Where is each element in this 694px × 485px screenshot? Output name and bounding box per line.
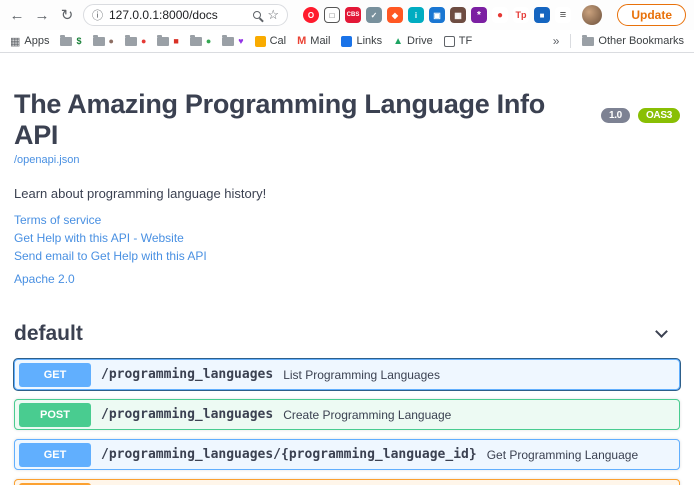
terms-of-service-link[interactable]: Terms of service xyxy=(14,213,680,227)
links-icon xyxy=(341,36,352,47)
update-button[interactable]: Update xyxy=(617,4,686,26)
operation-path: /programming_languages xyxy=(101,367,273,382)
operation-summary: Get Programming Language xyxy=(487,448,638,462)
operation-path: /programming_languages/{programming_lang… xyxy=(101,447,477,462)
bookmark-folder-dollar[interactable]: $ xyxy=(60,36,81,46)
folder-icon xyxy=(582,37,594,46)
browser-toolbar: ← → ↻ ⓘ 127.0.0.1:8000/docs ☆ O □ CBS ✓ … xyxy=(0,0,694,30)
bookmark-drive[interactable]: ▲ Drive xyxy=(393,35,433,47)
oas3-badge: OAS3 xyxy=(638,108,680,123)
gift-icon: ■ xyxy=(173,36,178,46)
apps-grid-icon: ▦ xyxy=(10,35,20,48)
folder-icon xyxy=(190,37,202,46)
bookmark-tf[interactable]: TF xyxy=(444,35,472,47)
back-icon[interactable]: ← xyxy=(8,7,26,24)
method-badge: POST xyxy=(19,403,91,427)
contact-email-link[interactable]: Send email to Get Help with this API xyxy=(14,249,680,263)
bookmark-label: Drive xyxy=(407,35,433,47)
extension-icon-13[interactable]: ≡ xyxy=(555,7,571,23)
extension-icon-7[interactable]: ▣ xyxy=(429,7,445,23)
search-icon[interactable] xyxy=(253,11,261,19)
license-link[interactable]: Apache 2.0 xyxy=(14,272,680,286)
swagger-ui: The Amazing Programming Language Info AP… xyxy=(0,53,694,485)
url-bar[interactable]: ⓘ 127.0.0.1:8000/docs ☆ xyxy=(83,4,288,26)
extension-icon-9[interactable]: * xyxy=(471,7,487,23)
site-info-icon[interactable]: ⓘ xyxy=(92,7,103,23)
folder-icon xyxy=(125,37,137,46)
extension-icon-5[interactable]: ◆ xyxy=(387,7,403,23)
bookmark-folder-4[interactable]: ■ xyxy=(157,36,178,46)
operation-row-update-language[interactable]: PUT /programming_languages/{programming_… xyxy=(14,479,680,485)
folder-icon xyxy=(60,37,72,46)
operation-path: /programming_languages xyxy=(101,407,273,422)
default-tag-section: default GET /programming_languages List … xyxy=(14,322,680,485)
operation-row-get-language[interactable]: GET /programming_languages/{programming_… xyxy=(14,439,680,470)
bookmark-label: TF xyxy=(459,35,472,47)
folder-icon xyxy=(222,37,234,46)
extension-icon-3[interactable]: CBS xyxy=(345,7,361,23)
bookmarks-bar: ▦ Apps $ ● ● ■ ● ♥ Cal xyxy=(0,30,694,53)
heart-icon: ♥ xyxy=(238,36,243,46)
bookmark-star-icon[interactable]: ☆ xyxy=(267,7,279,23)
version-badge: 1.0 xyxy=(601,108,630,123)
extension-icon-8[interactable]: ▦ xyxy=(450,7,466,23)
bookmark-label: Apps xyxy=(24,35,49,47)
bookmark-folder-6[interactable]: ♥ xyxy=(222,36,243,46)
reload-icon[interactable]: ↻ xyxy=(58,6,76,24)
operation-row-create-language[interactable]: POST /programming_languages Create Progr… xyxy=(14,399,680,430)
bookmark-label: Cal xyxy=(270,35,287,47)
bookmark-folder-3[interactable]: ● xyxy=(125,36,146,46)
bookmark-label: Links xyxy=(356,35,382,47)
extension-icon-12[interactable]: ■ xyxy=(534,7,550,23)
extension-icon-4[interactable]: ✓ xyxy=(366,7,382,23)
info-links: Terms of service Get Help with this API … xyxy=(14,213,680,286)
forward-icon[interactable]: → xyxy=(33,7,51,24)
bookmark-folder-2[interactable]: ● xyxy=(93,36,114,46)
bookmark-apps[interactable]: ▦ Apps xyxy=(10,35,49,48)
dollar-glyph: $ xyxy=(76,36,81,46)
calendar-icon xyxy=(255,36,266,47)
chevron-down-icon[interactable] xyxy=(655,325,668,338)
extension-icon-11[interactable]: Tp xyxy=(513,7,529,23)
folder-icon xyxy=(93,37,105,46)
bookmark-mail[interactable]: M Mail xyxy=(297,35,330,47)
tf-icon xyxy=(444,36,455,47)
operation-row-list-languages[interactable]: GET /programming_languages List Programm… xyxy=(14,359,680,390)
page-title-row: The Amazing Programming Language Info AP… xyxy=(14,89,680,151)
openapi-spec-link[interactable]: /openapi.json xyxy=(14,154,680,166)
operation-summary: Create Programming Language xyxy=(283,408,451,422)
drive-icon: ▲ xyxy=(393,36,403,47)
section-title: default xyxy=(14,322,83,346)
extension-icon-2[interactable]: □ xyxy=(324,7,340,23)
bookmark-links[interactable]: Links xyxy=(341,35,382,47)
dot-icon: ● xyxy=(206,36,211,46)
bookmark-label: Other Bookmarks xyxy=(598,35,684,47)
bookmark-other-bookmarks[interactable]: Other Bookmarks xyxy=(582,35,684,47)
bookmarks-divider xyxy=(570,34,571,48)
avatar[interactable] xyxy=(582,5,602,25)
contact-website-link[interactable]: Get Help with this API - Website xyxy=(14,231,680,245)
bookmark-label: Mail xyxy=(310,35,330,47)
api-description: Learn about programming language history… xyxy=(14,186,680,201)
browser-chrome: ← → ↻ ⓘ 127.0.0.1:8000/docs ☆ O □ CBS ✓ … xyxy=(0,0,694,53)
method-badge: GET xyxy=(19,363,91,387)
operation-summary: List Programming Languages xyxy=(283,368,440,382)
folder-icon xyxy=(157,37,169,46)
url-text[interactable]: 127.0.0.1:8000/docs xyxy=(109,8,247,22)
extension-icon-6[interactable]: i xyxy=(408,7,424,23)
bookmarks-overflow-chevron[interactable]: » xyxy=(553,34,560,48)
section-header-default[interactable]: default xyxy=(14,322,680,346)
extensions-row: O □ CBS ✓ ◆ i ▣ ▦ * ● Tp ■ ≡ xyxy=(303,7,571,23)
bookmark-folder-5[interactable]: ● xyxy=(190,36,211,46)
api-title: The Amazing Programming Language Info AP… xyxy=(14,89,593,151)
gmail-icon: M xyxy=(297,35,306,47)
bookmark-cal[interactable]: Cal xyxy=(255,35,287,47)
dot-icon: ● xyxy=(141,36,146,46)
method-badge: GET xyxy=(19,443,91,467)
extension-icon-10[interactable]: ● xyxy=(492,7,508,23)
dot-icon: ● xyxy=(109,36,114,46)
extension-icon-1[interactable]: O xyxy=(303,7,319,23)
